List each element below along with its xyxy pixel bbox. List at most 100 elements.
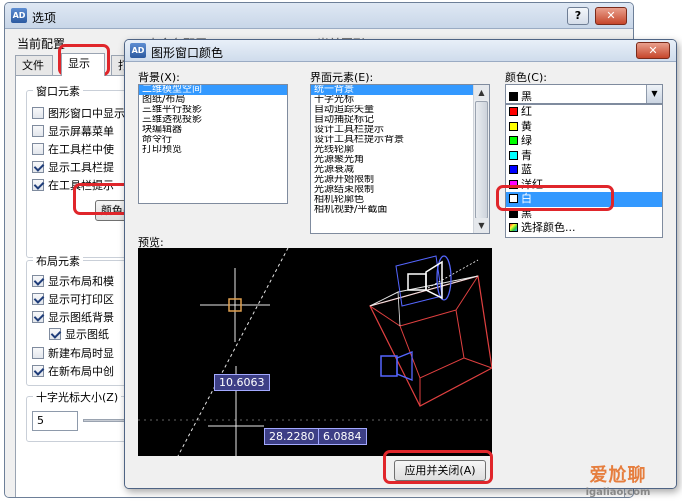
context-item[interactable]: 三维平行投影	[139, 105, 287, 115]
element-item[interactable]: 自动追踪矢量	[311, 105, 489, 115]
tab-display[interactable]: 显示	[61, 53, 105, 76]
colors-dialog-body: 背景(X): 二维模型空间 图纸/布局 三维平行投影 三维透视投影 块编辑器 命…	[125, 62, 676, 488]
context-item[interactable]: 打印预览	[139, 145, 287, 155]
apply-and-close-button[interactable]: 应用并关闭(A)	[394, 460, 486, 481]
color-swatch	[509, 107, 518, 116]
select-color-option[interactable]: 选择颜色...	[506, 221, 662, 236]
color-option[interactable]: 蓝	[506, 163, 662, 178]
layout-option[interactable]: 显示图纸	[49, 326, 109, 341]
app-icon: AD	[11, 8, 27, 23]
element-item[interactable]: 光源结束限制	[311, 185, 489, 195]
color-swatch	[509, 92, 518, 101]
watermark-main: 爱尬聊	[589, 465, 647, 486]
color-option-label: 黄	[521, 119, 532, 133]
checkbox-checked[interactable]	[32, 293, 44, 305]
element-item[interactable]: 光源衰减	[311, 165, 489, 175]
option-label: 显示可打印区	[48, 293, 114, 306]
current-color-text: 黑	[521, 90, 532, 103]
context-item[interactable]: 三维透视投影	[139, 115, 287, 125]
crosshair-slider[interactable]	[83, 419, 127, 422]
colors-dialog-close-button[interactable]: ✕	[636, 42, 670, 59]
dimension-value: 10.6063	[214, 374, 270, 391]
preview-camera-icon	[380, 355, 398, 377]
element-item[interactable]: 设计工具栏提示背景	[311, 135, 489, 145]
layout-option[interactable]: 新建布局时显	[32, 345, 114, 360]
window-option[interactable]: 图形窗口中显示	[32, 105, 125, 120]
checkbox-checked[interactable]	[49, 328, 61, 340]
element-list-scrollbar[interactable]: ▲ ▼	[473, 85, 489, 233]
color-option[interactable]: 青	[506, 149, 662, 164]
layout-option[interactable]: 显示可打印区	[32, 291, 114, 306]
option-label: 显示屏幕菜单	[48, 125, 114, 138]
scroll-up-arrow-icon[interactable]: ▲	[474, 85, 489, 100]
interface-element-list[interactable]: 统一背景 十字光标 自动追踪矢量 自动捕捉标记 设计工具栏提示 设计工具栏提示背…	[310, 84, 490, 234]
color-option[interactable]: 洋红	[506, 178, 662, 193]
color-dropdown-list[interactable]: 红 黄 绿 青 蓝 洋红 白 黑 选择颜色...	[505, 104, 663, 238]
tab-files[interactable]: 文件	[15, 55, 53, 75]
window-option[interactable]: 在工具栏提示	[32, 177, 114, 192]
layout-option[interactable]: 在新布局中创	[32, 363, 114, 378]
color-option[interactable]: 黑	[506, 207, 662, 222]
window-option[interactable]: 显示屏幕菜单	[32, 123, 114, 138]
checkbox-checked[interactable]	[32, 179, 44, 191]
color-swatch	[509, 136, 518, 145]
color-wheel-icon	[509, 223, 518, 232]
option-label: 显示布局和模	[48, 275, 114, 288]
context-item[interactable]: 命令行	[139, 135, 287, 145]
color-combo[interactable]: 黑 ▼	[505, 84, 663, 104]
interface-element-label: 界面元素(E):	[310, 71, 374, 84]
context-item[interactable]: 图纸/布局	[139, 95, 287, 105]
colors-dialog-title: 图形窗口颜色	[151, 46, 224, 60]
preview-dotted-line	[177, 248, 289, 456]
options-close-button[interactable]: ✕	[595, 7, 627, 25]
layout-option[interactable]: 显示布局和模	[32, 273, 114, 288]
current-profile-label: 当前配置	[17, 37, 66, 51]
element-item[interactable]: 十字光标	[311, 95, 489, 105]
window-elements-group: 窗口元素 图形窗口中显示 显示屏幕菜单 在工具栏中使 显示工具栏提 在工具栏提示…	[26, 83, 145, 258]
color-swatch	[509, 150, 518, 160]
dropdown-arrow-icon[interactable]: ▼	[646, 85, 662, 103]
layout-elements-title: 布局元素	[33, 253, 83, 269]
element-item[interactable]: 光源聚光角	[311, 155, 489, 165]
color-option[interactable]: 黄	[506, 120, 662, 135]
checkbox[interactable]	[32, 107, 44, 119]
option-label: 新建布局时显	[48, 347, 114, 360]
context-item[interactable]: 块编辑器	[139, 125, 287, 135]
layout-option[interactable]: 显示图纸背景	[32, 309, 114, 324]
context-label: 背景(X):	[138, 71, 180, 84]
checkbox[interactable]	[32, 125, 44, 137]
window-option[interactable]: 在工具栏中使	[32, 141, 114, 156]
element-item[interactable]: 相机轮廓色	[311, 195, 489, 205]
option-label: 图形窗口中显示	[48, 107, 125, 120]
watermark-url: igaliao.com	[585, 487, 651, 498]
context-list[interactable]: 二维模型空间 图纸/布局 三维平行投影 三维透视投影 块编辑器 命令行 打印预览	[138, 84, 288, 204]
help-button[interactable]: ?	[567, 7, 589, 25]
checkbox[interactable]	[32, 143, 44, 155]
element-item[interactable]: 统一背景	[311, 85, 489, 95]
option-label: 在工具栏提示	[48, 179, 114, 192]
element-item[interactable]: 自动捕捉标记	[311, 115, 489, 125]
checkbox-checked[interactable]	[32, 365, 44, 377]
color-option-label: 蓝	[521, 163, 532, 176]
scroll-thumb[interactable]	[475, 101, 488, 219]
element-item[interactable]: 相机视野/平截面	[311, 205, 489, 215]
crosshair-size-field[interactable]: 5	[32, 411, 78, 431]
color-option[interactable]: 红	[506, 105, 662, 120]
context-item[interactable]: 二维模型空间	[139, 85, 287, 95]
watermark: 爱尬聊 igaliao.com	[568, 461, 668, 498]
app-icon: AD	[130, 43, 146, 58]
color-option-selected[interactable]: 白	[506, 192, 662, 207]
scroll-down-arrow-icon[interactable]: ▼	[474, 218, 489, 233]
color-option[interactable]: 绿	[506, 134, 662, 149]
checkbox-checked[interactable]	[32, 311, 44, 323]
window-option[interactable]: 显示工具栏提	[32, 159, 114, 174]
element-item[interactable]: 光线轮廓	[311, 145, 489, 155]
option-label: 在新布局中创	[48, 365, 114, 378]
checkbox[interactable]	[32, 347, 44, 359]
element-item[interactable]: 设计工具栏提示	[311, 125, 489, 135]
color-label: 颜色(C):	[505, 71, 547, 84]
checkbox-checked[interactable]	[32, 275, 44, 287]
element-item[interactable]: 光源开始限制	[311, 175, 489, 185]
checkbox-checked[interactable]	[32, 161, 44, 173]
preview-light-icon	[395, 255, 443, 307]
